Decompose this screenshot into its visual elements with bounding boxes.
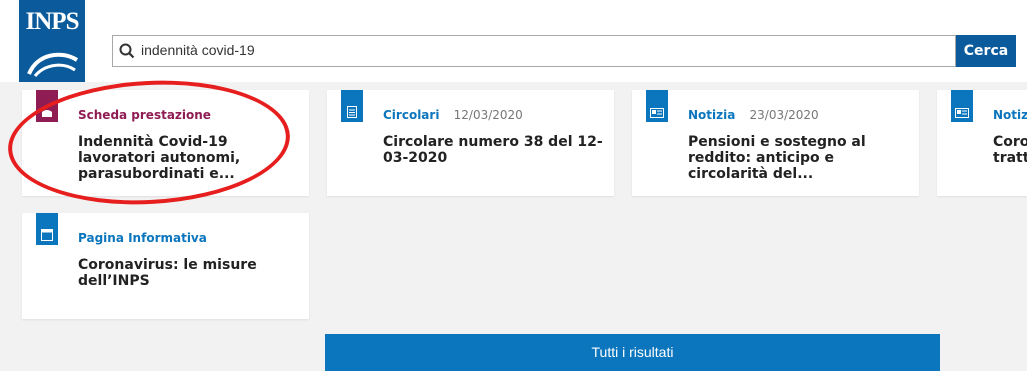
result-category[interactable]: Scheda prestazione bbox=[78, 108, 211, 122]
info-page-icon bbox=[36, 213, 58, 245]
news-icon bbox=[951, 90, 973, 122]
header-bar: INPS indennità covid-19 Cerca bbox=[0, 0, 1027, 82]
result-category[interactable]: Circolari bbox=[383, 108, 439, 122]
search-button[interactable]: Cerca bbox=[956, 35, 1016, 67]
result-category[interactable]: Notizia bbox=[688, 108, 735, 122]
search-icon bbox=[119, 43, 135, 59]
result-category[interactable]: Notizia bbox=[993, 108, 1027, 122]
result-card-notizia[interactable]: Notizia 23/03/2020 Pensioni e sostegno a… bbox=[632, 90, 919, 196]
result-title[interactable]: Coronavirus: le misure dell’INPS bbox=[78, 257, 299, 289]
search-input[interactable]: indennità covid-19 bbox=[112, 35, 956, 67]
service-card-icon bbox=[36, 90, 58, 122]
inps-logo[interactable]: INPS bbox=[19, 0, 85, 82]
search-value[interactable]: indennità covid-19 bbox=[141, 42, 255, 58]
result-card-scheda[interactable]: Scheda prestazione Indennità Covid-19 la… bbox=[22, 90, 309, 196]
result-category[interactable]: Pagina Informativa bbox=[78, 231, 207, 245]
result-title[interactable]: Coro tratt bbox=[993, 134, 1027, 166]
news-icon bbox=[646, 90, 668, 122]
result-card-circolari[interactable]: Circolari 12/03/2020 Circolare numero 38… bbox=[327, 90, 614, 196]
result-date: 12/03/2020 bbox=[453, 108, 523, 122]
result-title[interactable]: Indennità Covid-19 lavoratori autonomi, … bbox=[78, 134, 299, 182]
document-icon bbox=[341, 90, 363, 122]
all-results-button[interactable]: Tutti i risultati bbox=[325, 334, 940, 371]
logo-swoosh-icon bbox=[27, 52, 79, 78]
logo-text: INPS bbox=[25, 8, 80, 35]
result-title[interactable]: Pensioni e sostegno al reddito: anticipo… bbox=[688, 134, 909, 182]
result-date: 23/03/2020 bbox=[749, 108, 819, 122]
result-title[interactable]: Circolare numero 38 del 12-03-2020 bbox=[383, 134, 604, 166]
result-card-notizia-partial[interactable]: Notizia Coro tratt bbox=[937, 90, 1027, 196]
result-card-pagina-informativa[interactable]: Pagina Informativa Coronavirus: le misur… bbox=[22, 213, 309, 319]
